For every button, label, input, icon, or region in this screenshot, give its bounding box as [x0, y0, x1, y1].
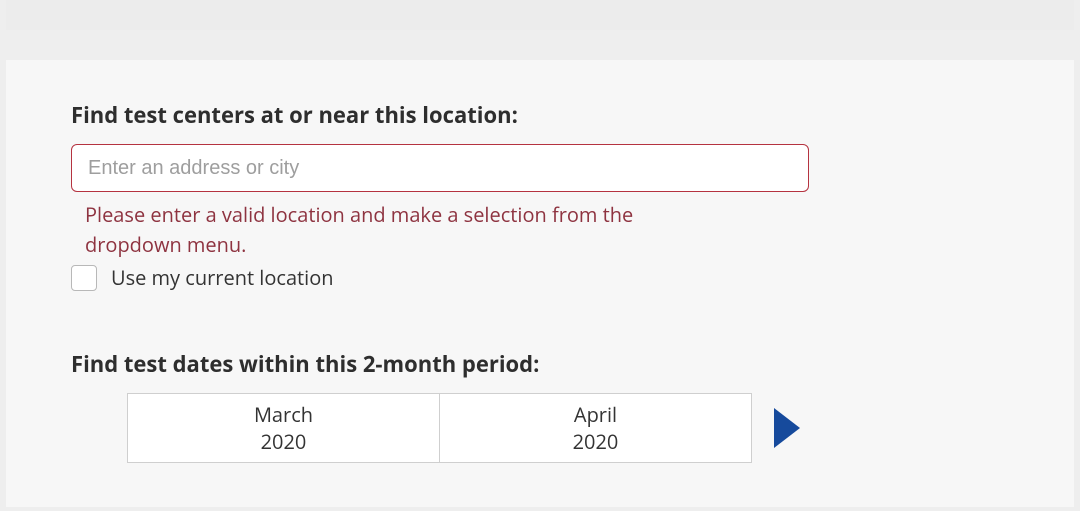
month-option-0[interactable]: March 2020	[127, 393, 440, 463]
month-name: April	[574, 401, 617, 428]
location-heading: Find test centers at or near this locati…	[71, 100, 831, 130]
section-spacer	[71, 291, 831, 349]
use-current-location-checkbox[interactable]	[71, 265, 97, 291]
chevron-right-icon	[774, 408, 800, 448]
next-months-button[interactable]	[774, 408, 800, 448]
month-name: March	[254, 401, 313, 428]
panel-content: Find test centers at or near this locati…	[71, 100, 831, 463]
date-heading: Find test dates within this 2-month peri…	[71, 349, 831, 379]
top-spacer-bar	[6, 0, 1074, 30]
month-option-1[interactable]: April 2020	[439, 393, 752, 463]
month-year: 2020	[261, 428, 307, 455]
month-selector-row: March 2020 April 2020	[71, 393, 831, 463]
use-current-location-row: Use my current location	[71, 264, 831, 291]
page-root: Find test centers at or near this locati…	[0, 0, 1080, 511]
use-current-location-label: Use my current location	[111, 264, 334, 291]
month-year: 2020	[573, 428, 619, 455]
location-error-message: Please enter a valid location and make a…	[85, 200, 725, 260]
search-panel: Find test centers at or near this locati…	[6, 60, 1074, 507]
location-input[interactable]	[71, 144, 809, 192]
